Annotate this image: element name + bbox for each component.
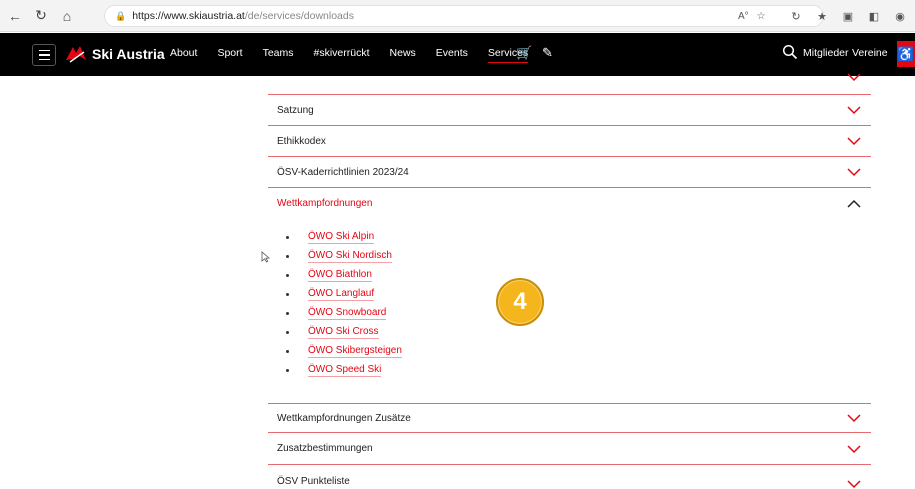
favorite-add-icon[interactable]: ☆ bbox=[757, 5, 766, 27]
home-icon[interactable]: ⌂ bbox=[56, 5, 78, 27]
link-owo-skibergsteigen[interactable]: ÖWO Skibergsteigen bbox=[308, 345, 402, 358]
nav-sport[interactable]: Sport bbox=[217, 47, 242, 63]
bullet bbox=[286, 331, 289, 334]
list-item: ÖWO Langlauf bbox=[286, 285, 402, 304]
accessibility-icon[interactable]: ♿ bbox=[897, 41, 915, 67]
bullet bbox=[286, 369, 289, 372]
list-item: ÖWO Biathlon bbox=[286, 266, 402, 285]
chevron-up-icon bbox=[847, 199, 861, 208]
extension-icon[interactable]: ◧ bbox=[863, 5, 885, 27]
bullet bbox=[286, 236, 289, 239]
chevron-down-icon bbox=[847, 168, 861, 177]
brand-name[interactable]: Ski Austria bbox=[92, 46, 165, 62]
accordion-row-partial[interactable] bbox=[268, 73, 871, 95]
refresh-icon[interactable]: ↻ bbox=[785, 5, 807, 27]
accordion-row-wettkampfordnungen[interactable]: Wettkampfordnungen bbox=[268, 188, 871, 219]
link-owo-ski-cross[interactable]: ÖWO Ski Cross bbox=[308, 326, 379, 339]
link-owo-ski-nordisch[interactable]: ÖWO Ski Nordisch bbox=[308, 250, 392, 263]
members-link[interactable]: Mitglieder bbox=[803, 47, 849, 59]
collections-icon[interactable]: ▣ bbox=[837, 5, 859, 27]
accordion-label: Wettkampfordnungen bbox=[277, 198, 373, 209]
list-item: ÖWO Skibergsteigen bbox=[286, 342, 402, 361]
accordion-label: ÖSV-Kaderrichtlinien 2023/24 bbox=[277, 166, 409, 178]
accordion-label: Satzung bbox=[277, 104, 314, 116]
chevron-down-icon bbox=[847, 444, 861, 453]
reload-icon[interactable]: ↻ bbox=[30, 5, 52, 27]
accordion-row-satzung[interactable]: Satzung bbox=[268, 95, 871, 126]
url-host: https://www.skiaustria.at bbox=[132, 10, 245, 22]
accordion-label: Zusatzbestimmungen bbox=[277, 443, 373, 454]
list-item: ÖWO Snowboard bbox=[286, 304, 402, 323]
shopping-cart-icon[interactable]: 🛒 bbox=[516, 45, 532, 61]
back-icon[interactable]: ← bbox=[4, 5, 26, 27]
favorites-icon[interactable]: ★ bbox=[811, 5, 833, 27]
list-item: ÖWO Ski Cross bbox=[286, 323, 402, 342]
lock-icon: 🔒 bbox=[115, 10, 127, 21]
bullet bbox=[286, 274, 289, 277]
chevron-down-icon bbox=[847, 414, 861, 423]
accordion-row-kaderrichtlinien[interactable]: ÖSV-Kaderrichtlinien 2023/24 bbox=[268, 157, 871, 188]
bullet bbox=[286, 312, 289, 315]
nav-events[interactable]: Events bbox=[436, 47, 468, 63]
link-owo-ski-alpin[interactable]: ÖWO Ski Alpin bbox=[308, 231, 375, 244]
site-header: Ski Austria About Sport Teams #skiverrüc… bbox=[0, 33, 915, 76]
bullet bbox=[286, 255, 289, 258]
chevron-down-icon bbox=[847, 137, 861, 146]
accordion-row-zusatzbestimmungen[interactable]: Zusatzbestimmungen bbox=[268, 433, 871, 465]
link-owo-snowboard[interactable]: ÖWO Snowboard bbox=[308, 307, 387, 320]
accordion-row-wettkampfordnungen-zusaetze[interactable]: Wettkampfordnungen Zusätze bbox=[268, 403, 871, 433]
link-owo-langlauf[interactable]: ÖWO Langlauf bbox=[308, 288, 375, 301]
search-icon[interactable] bbox=[782, 44, 798, 60]
ticket-icon[interactable]: ✎ bbox=[542, 45, 553, 61]
address-bar[interactable]: 🔒 https://www.skiaustria.at /de/services… bbox=[104, 5, 824, 27]
profile-icon[interactable]: ◉ bbox=[889, 5, 911, 27]
url-path: /de/services/downloads bbox=[244, 10, 354, 22]
nav-skiverrueckt[interactable]: #skiverrückt bbox=[314, 47, 370, 63]
link-owo-biathlon[interactable]: ÖWO Biathlon bbox=[308, 269, 372, 282]
list-item: ÖWO Ski Nordisch bbox=[286, 247, 402, 266]
hamburger-menu-icon[interactable] bbox=[32, 44, 56, 66]
list-item: ÖWO Ski Alpin bbox=[286, 228, 402, 247]
nav-about[interactable]: About bbox=[170, 47, 197, 63]
nav-teams[interactable]: Teams bbox=[263, 47, 294, 63]
accordion-row-punkteliste[interactable]: ÖSV Punkteliste bbox=[268, 465, 871, 489]
mouse-cursor-icon bbox=[261, 251, 271, 263]
list-item: ÖWO Speed Ski bbox=[286, 361, 402, 380]
read-aloud-icon[interactable]: A° bbox=[738, 5, 749, 27]
chevron-down-icon bbox=[847, 480, 861, 489]
accordion-label: ÖSV Punkteliste bbox=[277, 476, 350, 487]
chevron-down-icon bbox=[847, 106, 861, 115]
link-owo-speed-ski[interactable]: ÖWO Speed Ski bbox=[308, 364, 382, 377]
clubs-link[interactable]: Vereine bbox=[852, 47, 888, 59]
chevron-down-icon bbox=[847, 73, 861, 82]
nav-news[interactable]: News bbox=[390, 47, 416, 63]
accordion-label: Ethikkodex bbox=[277, 135, 326, 147]
bullet bbox=[286, 293, 289, 296]
ski-austria-logo-icon[interactable] bbox=[64, 43, 88, 65]
bullet bbox=[286, 350, 289, 353]
accordion-row-ethikkodex[interactable]: Ethikkodex bbox=[268, 126, 871, 157]
accordion-label: Wettkampfordnungen Zusätze bbox=[277, 412, 411, 424]
main-nav: About Sport Teams #skiverrückt News Even… bbox=[170, 47, 548, 63]
browser-toolbar: ← ↻ ⌂ 🔒 https://www.skiaustria.at /de/se… bbox=[0, 0, 915, 32]
wettkampfordnungen-links: ÖWO Ski Alpin ÖWO Ski Nordisch ÖWO Biath… bbox=[286, 228, 402, 380]
downloads-content: Satzung Ethikkodex ÖSV-Kaderrichtlinien … bbox=[0, 73, 915, 489]
step-number-badge: 4 bbox=[496, 278, 544, 326]
